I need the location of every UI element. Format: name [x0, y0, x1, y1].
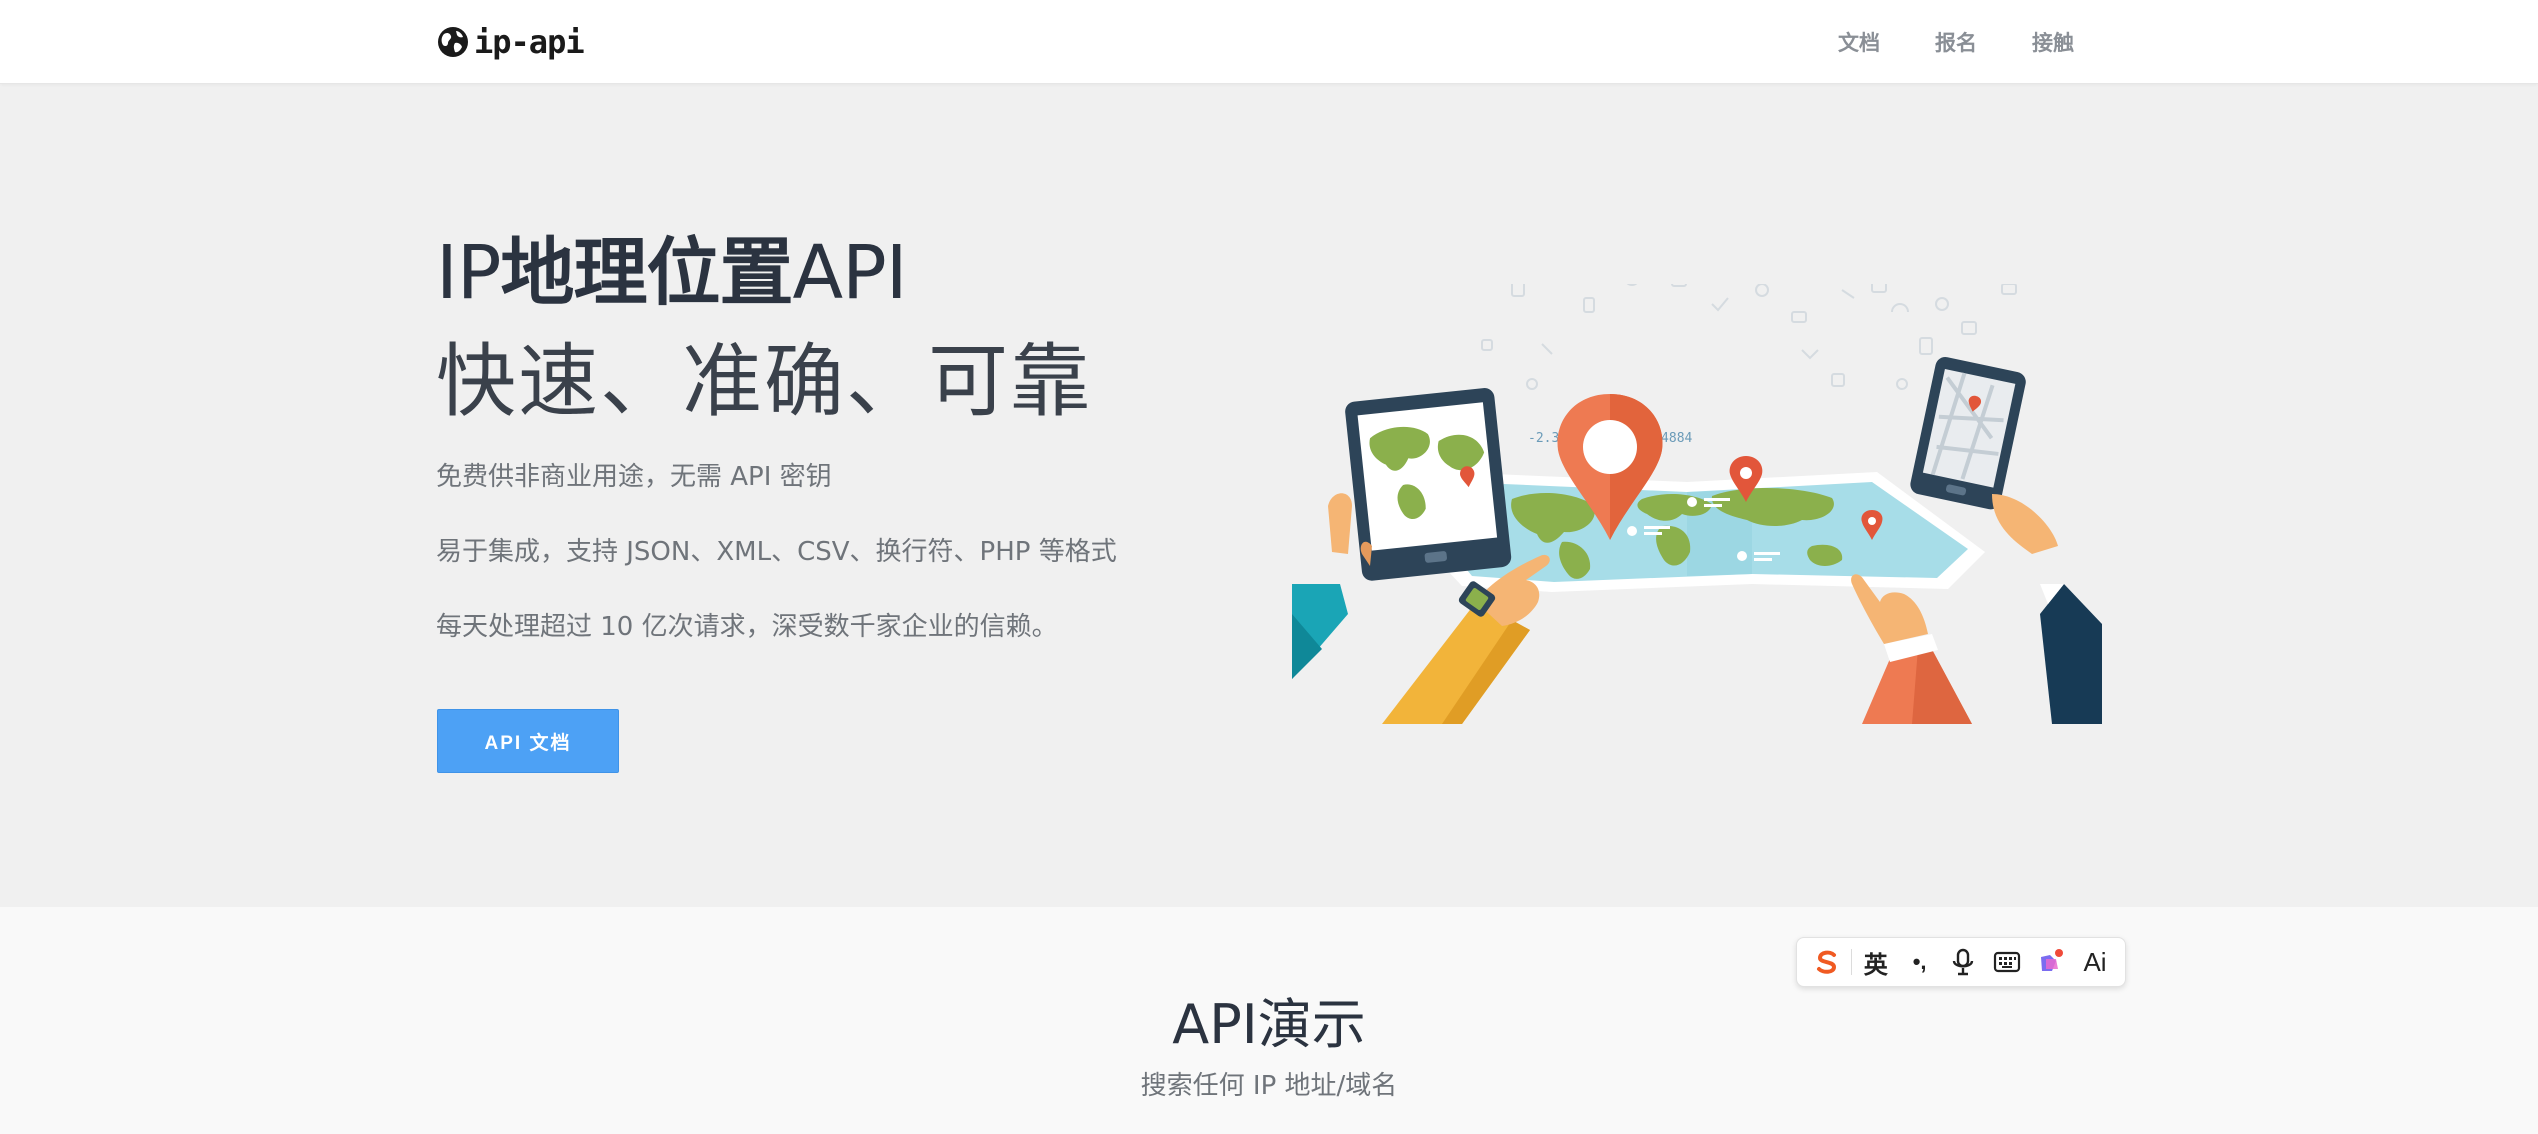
brand-name: ip-api	[474, 23, 585, 61]
hero-title-suffix: API	[792, 230, 907, 316]
api-docs-button[interactable]: API 文档	[437, 709, 619, 773]
brand-link[interactable]: ip-api	[436, 20, 585, 64]
ime-separator	[1850, 949, 1852, 975]
demo-title: API演示	[1172, 993, 1366, 1056]
hero-feature-formats: 易于集成，支持 JSON、XML、CSV、换行符、PHP 等格式	[436, 537, 1117, 567]
nav-signup[interactable]: 报名	[1935, 27, 1977, 57]
demo-subtitle: 搜索任何 IP 地址/域名	[1140, 1071, 1398, 1101]
nav-contact[interactable]: 接触	[2032, 27, 2074, 57]
hero-title-prefix: IP	[436, 230, 501, 316]
hero-feature-scale: 每天处理超过 10 亿次请求，深受数千家企业的信赖。	[436, 612, 1058, 642]
hero-section: IP地理位置API 快速、准确、可靠 免费供非商业用途，无需 API 密钥 易于…	[0, 84, 2538, 907]
skin-icon[interactable]	[2029, 942, 2073, 982]
hero-title-bold: 地理位置	[500, 230, 793, 316]
hero-subtitle: 快速、准确、可靠	[436, 335, 1092, 428]
sogou-logo-icon[interactable]	[1805, 942, 1849, 982]
punctuation-icon[interactable]: •,	[1898, 942, 1942, 982]
world-map-illustration: -2.329799, -52.014884	[1292, 284, 2102, 724]
ai-icon[interactable]: Ai	[2073, 942, 2117, 982]
main-nav: 文档 报名 接触	[1838, 0, 2074, 84]
hero-feature-free: 免费供非商业用途，无需 API 密钥	[436, 462, 832, 492]
microphone-icon[interactable]	[1942, 942, 1986, 982]
nav-docs[interactable]: 文档	[1838, 27, 1880, 57]
api-demo-section: API演示 搜索任何 IP 地址/域名	[0, 907, 2538, 1134]
keyboard-icon[interactable]	[1985, 942, 2029, 982]
ime-toolbar: 英 •, Ai	[1796, 937, 2126, 987]
top-navbar: ip-api 文档 报名 接触	[0, 0, 2538, 84]
hero-title: IP地理位置API	[436, 229, 908, 318]
bottom-right-hand	[1851, 574, 1972, 724]
language-icon[interactable]: 英	[1854, 942, 1898, 982]
globe-icon	[438, 27, 468, 57]
